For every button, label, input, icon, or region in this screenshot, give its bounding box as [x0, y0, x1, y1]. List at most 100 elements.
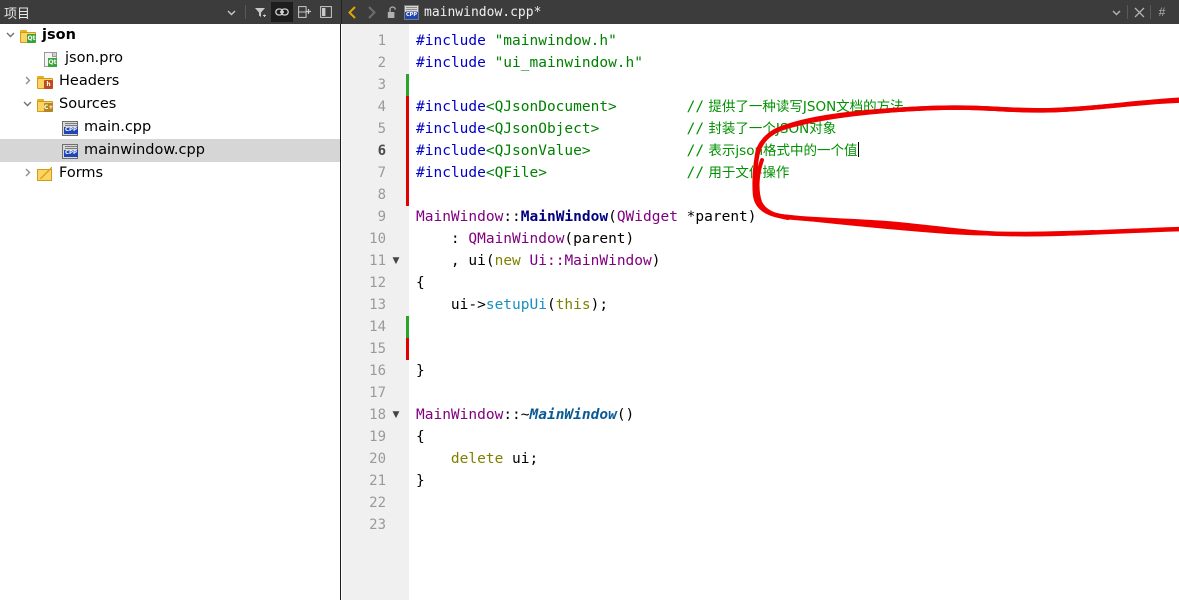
token-preprocessor: #include	[416, 99, 486, 115]
token-type: QWidget	[616, 209, 678, 225]
line-number: 18	[369, 407, 386, 423]
line-number: 7	[377, 165, 386, 181]
line-number: 1	[377, 33, 386, 49]
code-line: #include "ui_mainwindow.h"	[416, 52, 643, 74]
token-keyword: this	[555, 297, 591, 313]
token-preprocessor: #include	[416, 143, 486, 159]
tab-label[interactable]: mainwindow.cpp*	[424, 5, 541, 20]
token-class: Ui::MainWindow	[520, 253, 652, 269]
unlock-icon[interactable]	[382, 5, 402, 19]
tree-item-json[interactable]: Qt json	[0, 24, 340, 47]
line-number: 19	[369, 429, 386, 445]
token-string: "mainwindow.h"	[494, 33, 617, 49]
tree-item-main-cpp[interactable]: CPP main.cpp	[0, 116, 340, 139]
tree-item-json-pro[interactable]: Qt json.pro	[0, 47, 340, 70]
token-keyword: delete	[416, 451, 504, 467]
code-line: , ui(new Ui::MainWindow)	[416, 253, 661, 269]
filter-icon[interactable]	[249, 2, 271, 22]
token-preprocessor: #include	[416, 55, 486, 71]
code-line: #include<QJsonObject> // 封装了一个JSON对象	[416, 118, 836, 140]
code-line: #include<QJsonValue> // 表示json格式中的一个值	[416, 140, 859, 162]
folder-forms-icon	[36, 166, 55, 182]
token-comment-slash: //	[686, 121, 705, 137]
line-number: 10	[369, 231, 386, 247]
token-header: <QJsonValue>	[485, 143, 591, 159]
token-preprocessor: #include	[416, 33, 486, 49]
back-arrow-icon[interactable]	[342, 0, 362, 24]
line-number: 9	[377, 209, 386, 225]
tree-item-headers[interactable]: h Headers	[0, 70, 340, 93]
token-function: setupUi	[485, 297, 547, 313]
panel-title: 项目	[4, 6, 31, 22]
tree-item-mainwindow-cpp[interactable]: CPP mainwindow.cpp	[0, 139, 340, 162]
token-comment: 封装了一个JSON对象	[708, 121, 837, 137]
cpp-file-icon: CPP	[404, 4, 419, 20]
cpp-file-icon: CPP	[61, 143, 80, 159]
tree-item-forms[interactable]: Forms	[0, 162, 340, 185]
line-number: 2	[377, 55, 386, 71]
line-number: 23	[369, 517, 386, 533]
line-number: 14	[369, 319, 386, 335]
split-editor-button[interactable]: #	[1151, 0, 1173, 24]
link-icon[interactable]	[271, 2, 293, 22]
line-number: 5	[377, 121, 386, 137]
token-string: "ui_mainwindow.h"	[494, 55, 643, 71]
fold-triangle-icon[interactable]: ▼	[386, 410, 406, 420]
token-param: *parent	[677, 209, 748, 225]
text-cursor	[857, 142, 859, 157]
code-line: {	[416, 429, 425, 445]
project-tree[interactable]: Qt json Qt json.pro h Headers C+ Sources…	[0, 24, 341, 600]
token-comment-slash: //	[686, 99, 705, 115]
split-add-icon[interactable]	[293, 2, 315, 22]
line-number: 15	[369, 341, 386, 357]
pro-file-icon: Qt	[42, 51, 61, 67]
code-line: {	[416, 275, 425, 291]
line-number: 11	[369, 253, 386, 269]
tree-item-label: mainwindow.cpp	[84, 142, 205, 158]
chevron-right-icon[interactable]	[19, 75, 36, 88]
tab-controls: #	[1105, 0, 1179, 24]
line-number: 16	[369, 363, 386, 379]
code-line: #include<QFile> // 用于文件操作	[416, 162, 789, 184]
line-number: 3	[377, 77, 386, 93]
tree-item-sources[interactable]: C+ Sources	[0, 93, 340, 116]
folder-h-icon: h	[36, 74, 55, 90]
code-text-area[interactable]: #include "mainwindow.h" #include "ui_mai…	[409, 24, 1179, 600]
token-comment: 用于文件操作	[708, 165, 790, 181]
token-header: <QFile>	[485, 165, 547, 181]
line-number: 8	[377, 187, 386, 203]
panel-toolbar-icons	[220, 0, 337, 24]
forward-arrow-icon[interactable]	[362, 0, 382, 24]
code-line: }	[416, 473, 425, 489]
token-header: <QJsonObject>	[485, 121, 600, 137]
sidebar-toggle-icon[interactable]	[315, 2, 337, 22]
tree-item-label: json.pro	[65, 50, 123, 66]
folder-qt-icon: Qt	[19, 28, 38, 44]
tab-dropdown-icon[interactable]	[1105, 0, 1127, 24]
token-class: QMainWindow	[468, 231, 565, 247]
chevron-down-icon[interactable]	[19, 98, 36, 111]
token-preprocessor: #include	[416, 165, 486, 181]
line-number-current: 6	[377, 143, 386, 159]
line-number: 17	[369, 385, 386, 401]
tree-item-label: json	[42, 27, 76, 43]
qt-creator-window: 项目 CPP mainwindow.cpp* # Qt json Qt json…	[0, 0, 1179, 600]
chevron-down-icon[interactable]	[220, 2, 242, 22]
chevron-down-icon[interactable]	[2, 29, 19, 42]
chevron-right-icon[interactable]	[19, 167, 36, 180]
token-class: MainWindow	[416, 407, 504, 423]
token-header: <QJsonDocument>	[485, 99, 617, 115]
project-panel-header: 项目	[0, 0, 341, 24]
folder-cpp-icon: C+	[36, 97, 55, 113]
code-editor[interactable]: 1 2 3 4 5 6 7 8 9 10 11 ▼ 12 13 14 15 16 …	[342, 24, 1179, 600]
token-comment: 提供了一种读写JSON文档的方法	[708, 99, 904, 115]
fold-triangle-icon[interactable]: ▼	[386, 256, 406, 266]
token-comment-slash: //	[686, 143, 705, 159]
line-number: 13	[369, 297, 386, 313]
code-line: MainWindow::~MainWindow()	[416, 407, 635, 423]
token-member: ui	[468, 253, 486, 269]
line-number: 22	[369, 495, 386, 511]
line-number-gutter: 1 2 3 4 5 6 7 8 9 10 11 ▼ 12 13 14 15 16 …	[342, 24, 409, 600]
close-icon[interactable]	[1128, 0, 1150, 24]
toolbar-divider	[245, 5, 246, 19]
